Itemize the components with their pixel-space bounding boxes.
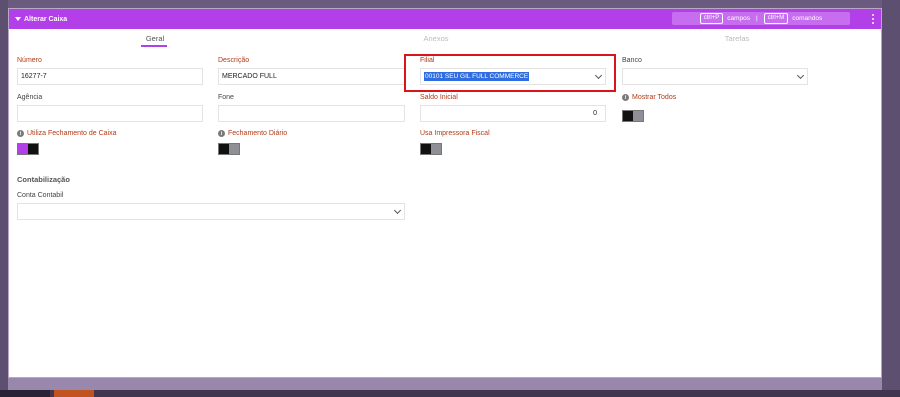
conta-contabil-select[interactable] — [17, 203, 405, 220]
window-frame-right — [882, 0, 900, 397]
utiliza-fechamento-label: i Utiliza Fechamento de Caixa — [17, 130, 117, 137]
window-frame-left — [0, 0, 8, 397]
fechamento-diario-toggle[interactable] — [218, 143, 240, 155]
banco-label: Banco — [622, 57, 642, 64]
shortcut-key-comandos: ctrl+M — [763, 13, 789, 24]
tab-bar: Geral Anexos Tarefas — [9, 29, 881, 51]
dialog-titlebar: Alterar Caixa ctrl+P campos | ctrl+M com… — [9, 9, 881, 29]
saldo-inicial-input[interactable]: 0 — [420, 105, 606, 122]
saldo-inicial-value: 0 — [593, 110, 597, 117]
conta-contabil-label: Conta Contabil — [17, 192, 64, 199]
shortcuts-hint: ctrl+P campos | ctrl+M comandos — [672, 12, 850, 25]
utiliza-fechamento-toggle[interactable] — [17, 143, 39, 155]
dialog-title-text: Alterar Caixa — [24, 15, 68, 23]
shortcut-separator: | — [756, 15, 758, 22]
mostrar-todos-label: i Mostrar Todos — [622, 94, 676, 101]
tab-geral[interactable]: Geral — [125, 34, 185, 43]
usa-impressora-toggle[interactable] — [420, 143, 442, 155]
usa-impressora-label: Usa Impressora Fiscal — [420, 130, 490, 137]
agencia-label: Agência — [17, 94, 43, 101]
taskbar — [0, 390, 900, 397]
utiliza-fechamento-label-text: Utiliza Fechamento de Caixa — [27, 130, 117, 137]
fechamento-diario-label-text: Fechamento Diário — [228, 130, 288, 137]
numero-input[interactable]: 16277-7 — [17, 68, 203, 85]
collapse-triangle-icon[interactable] — [15, 17, 21, 21]
shortcut-label-campos[interactable]: campos — [727, 15, 750, 22]
mostrar-todos-toggle[interactable] — [622, 110, 644, 122]
tab-tarefas[interactable]: Tarefas — [707, 34, 767, 43]
banco-select[interactable] — [622, 68, 808, 85]
filial-select[interactable]: 00101 SEU GIL FULL COMMERCE — [420, 68, 606, 85]
fechamento-diario-label: i Fechamento Diário — [218, 130, 287, 137]
agencia-input[interactable] — [17, 105, 203, 122]
more-options-icon[interactable] — [869, 12, 877, 26]
taskbar-item-active[interactable] — [54, 390, 94, 397]
tab-anexos[interactable]: Anexos — [406, 34, 466, 43]
descricao-value: MERCADO FULL — [222, 73, 277, 80]
numero-label: Número — [17, 57, 42, 64]
descricao-input[interactable]: MERCADO FULL — [218, 68, 405, 85]
mostrar-todos-label-text: Mostrar Todos — [632, 94, 677, 101]
active-tab-indicator — [141, 45, 167, 47]
numero-value: 16277-7 — [21, 73, 47, 80]
saldo-inicial-label: Saldo Inicial — [420, 94, 458, 101]
filial-label: Filial — [420, 57, 435, 64]
contabilizacao-section-title: Contabilização — [17, 175, 70, 184]
fone-input[interactable] — [218, 105, 405, 122]
shortcut-key-campos: ctrl+P — [699, 13, 724, 24]
alterar-caixa-dialog: Alterar Caixa ctrl+P campos | ctrl+M com… — [8, 8, 882, 378]
taskbar-item[interactable] — [0, 390, 50, 397]
filial-value: 00101 SEU GIL FULL COMMERCE — [424, 72, 530, 81]
shortcut-label-comandos[interactable]: comandos — [792, 15, 822, 22]
info-icon[interactable]: i — [17, 130, 24, 137]
dialog-title[interactable]: Alterar Caixa — [15, 16, 67, 23]
info-icon[interactable]: i — [622, 94, 629, 101]
info-icon[interactable]: i — [218, 130, 225, 137]
descricao-label: Descrição — [218, 57, 250, 64]
fone-label: Fone — [218, 94, 234, 101]
